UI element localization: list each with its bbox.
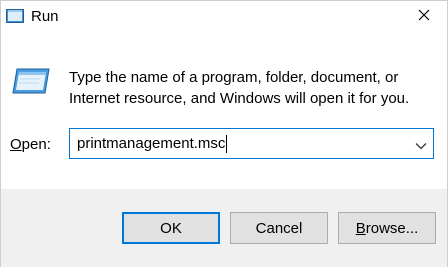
- browse-button[interactable]: Browse...: [338, 212, 436, 244]
- chevron-down-icon[interactable]: [415, 138, 427, 150]
- text-caret: [226, 135, 228, 154]
- browse-access-key: B: [355, 219, 366, 237]
- run-program-icon: [11, 67, 51, 95]
- window-title: Run: [31, 8, 59, 25]
- open-input[interactable]: printmanagement.msc: [77, 129, 228, 158]
- run-dialog: Run Type the name of a program, folder, …: [0, 0, 448, 267]
- open-input-value: printmanagement.msc: [77, 135, 226, 152]
- ok-button[interactable]: OK: [122, 212, 220, 244]
- open-label-text: pen:: [21, 136, 51, 153]
- browse-label: rowse...: [365, 219, 419, 237]
- instruction-text: Type the name of a program, folder, docu…: [69, 69, 410, 107]
- open-combobox[interactable]: printmanagement.msc: [69, 128, 434, 159]
- close-button[interactable]: [401, 1, 447, 33]
- cancel-button[interactable]: Cancel: [230, 212, 328, 244]
- close-icon: [418, 8, 430, 26]
- open-label: Open:: [10, 136, 51, 153]
- open-label-access-key: O: [10, 136, 22, 153]
- run-icon: [6, 9, 24, 23]
- title-bar: Run: [1, 1, 447, 33]
